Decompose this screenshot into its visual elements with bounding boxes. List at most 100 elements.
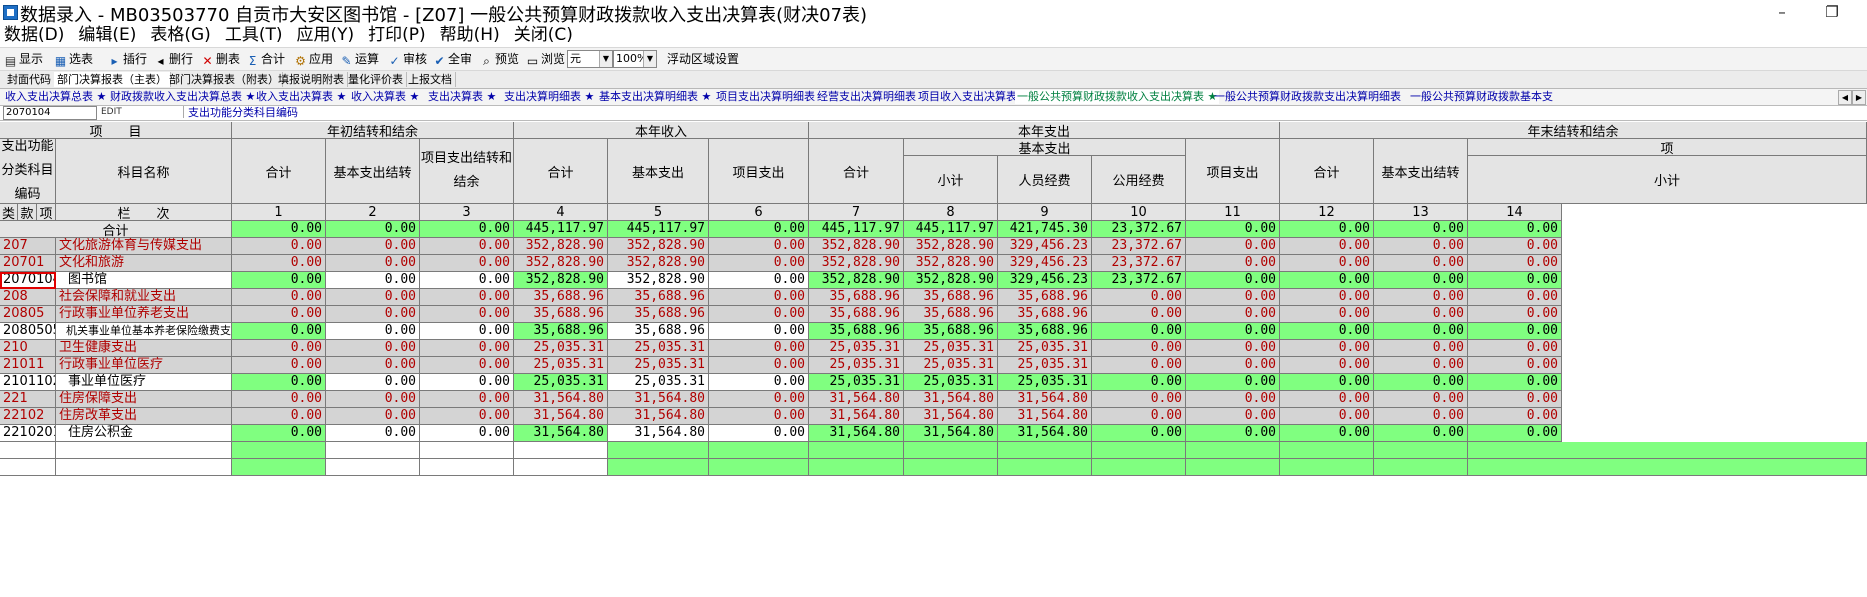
data-cell[interactable]: 25,035.31 — [998, 374, 1092, 391]
data-cell[interactable]: 35,688.96 — [904, 323, 998, 340]
row-subject-name[interactable]: 住房改革支出 — [56, 408, 232, 425]
row-code-cell[interactable]: 20701 — [0, 255, 56, 272]
data-cell[interactable]: 0.00 — [1186, 306, 1280, 323]
data-cell[interactable]: 0.00 — [326, 272, 420, 289]
data-cell[interactable]: 0.00 — [1374, 391, 1468, 408]
cell-reference-input[interactable]: 2070104 — [3, 106, 97, 120]
sheet-tab[interactable]: 收入决算表 ★ — [349, 90, 421, 104]
row-code-cell[interactable]: 2101102 — [0, 374, 56, 391]
data-cell[interactable]: 0.00 — [1374, 357, 1468, 374]
data-cell[interactable]: 0.00 — [709, 238, 809, 255]
data-cell[interactable]: 352,828.90 — [608, 272, 709, 289]
data-cell[interactable]: 0.00 — [420, 340, 514, 357]
empty-cell[interactable] — [232, 442, 326, 459]
data-cell[interactable]: 0.00 — [1280, 238, 1374, 255]
data-cell[interactable]: 0.00 — [1374, 374, 1468, 391]
data-cell[interactable]: 0.00 — [709, 408, 809, 425]
data-cell[interactable]: 35,688.96 — [514, 323, 608, 340]
data-cell[interactable]: 0.00 — [232, 238, 326, 255]
row-code-cell[interactable]: 21011 — [0, 357, 56, 374]
tab-upload-docs[interactable]: 上报文档 — [405, 72, 456, 87]
data-cell[interactable]: 25,035.31 — [608, 374, 709, 391]
apply-button[interactable]: ⚙ 应用 — [294, 50, 333, 68]
data-cell[interactable]: 352,828.90 — [514, 238, 608, 255]
data-cell[interactable]: 0.00 — [709, 272, 809, 289]
data-cell[interactable]: 35,688.96 — [904, 306, 998, 323]
data-cell[interactable]: 0.00 — [709, 323, 809, 340]
data-cell[interactable]: 31,564.80 — [998, 391, 1092, 408]
data-cell[interactable]: 25,035.31 — [514, 340, 608, 357]
data-cell[interactable]: 352,828.90 — [809, 238, 904, 255]
data-cell[interactable]: 0.00 — [1280, 425, 1374, 442]
empty-cell[interactable] — [1374, 442, 1468, 459]
data-cell[interactable]: 0.00 — [709, 374, 809, 391]
data-cell[interactable]: 35,688.96 — [514, 306, 608, 323]
data-cell[interactable]: 0.00 — [232, 289, 326, 306]
data-cell[interactable]: 0.00 — [1186, 289, 1280, 306]
row-code-cell[interactable]: 2070104 — [0, 272, 56, 289]
data-cell[interactable]: 352,828.90 — [809, 272, 904, 289]
tab-cover-code[interactable]: 封面代码 — [4, 72, 55, 87]
data-cell[interactable]: 0.00 — [1092, 340, 1186, 357]
data-cell[interactable]: 0.00 — [1468, 289, 1562, 306]
data-cell[interactable]: 35,688.96 — [809, 306, 904, 323]
delete-row-button[interactable]: ◂ 删行 — [154, 50, 193, 68]
data-cell[interactable]: 25,035.31 — [998, 340, 1092, 357]
minimize-button[interactable]: – — [1757, 0, 1807, 24]
row-subject-name[interactable]: 行政事业单位养老支出 — [56, 306, 232, 323]
empty-cell[interactable] — [904, 459, 998, 476]
sheet-tab[interactable]: 项目收入支出决算表 — [916, 90, 1019, 104]
empty-cell[interactable] — [709, 459, 809, 476]
data-cell[interactable]: 0.00 — [326, 306, 420, 323]
empty-cell[interactable] — [709, 442, 809, 459]
data-cell[interactable]: 0.00 — [1468, 357, 1562, 374]
data-cell[interactable]: 31,564.80 — [608, 391, 709, 408]
data-cell[interactable]: 352,828.90 — [904, 238, 998, 255]
data-cell[interactable]: 352,828.90 — [809, 255, 904, 272]
insert-row-button[interactable]: ▸ 插行 — [108, 50, 147, 68]
row-code-cell[interactable]: 22102 — [0, 408, 56, 425]
menu-table[interactable]: 表格(G) — [146, 24, 220, 46]
data-cell[interactable]: 0.00 — [1186, 255, 1280, 272]
data-cell[interactable]: 0.00 — [709, 340, 809, 357]
calc-button[interactable]: ✎ 运算 — [340, 50, 379, 68]
empty-cell[interactable] — [608, 459, 709, 476]
data-cell[interactable]: 0.00 — [1280, 323, 1374, 340]
empty-cell[interactable] — [0, 442, 56, 459]
data-cell[interactable]: 0.00 — [1280, 340, 1374, 357]
data-cell[interactable]: 31,564.80 — [809, 408, 904, 425]
row-subject-name[interactable]: 文化和旅游 — [56, 255, 232, 272]
data-cell[interactable]: 23,372.67 — [1092, 255, 1186, 272]
row-code-cell[interactable]: 221 — [0, 391, 56, 408]
data-cell[interactable]: 0.00 — [1092, 408, 1186, 425]
data-cell[interactable]: 31,564.80 — [904, 425, 998, 442]
data-cell[interactable]: 0.00 — [1280, 289, 1374, 306]
menu-data[interactable]: 数据(D) — [0, 24, 74, 46]
data-cell[interactable]: 0.00 — [1374, 323, 1468, 340]
show-button[interactable]: ▤ 显示 — [4, 50, 43, 68]
data-cell[interactable]: 35,688.96 — [998, 323, 1092, 340]
data-cell[interactable]: 0.00 — [1280, 391, 1374, 408]
sheet-tab[interactable]: 基本支出决算明细表 ★ — [597, 90, 713, 104]
delete-table-button[interactable]: ✕ 删表 — [201, 50, 240, 68]
row-code-cell[interactable]: 208 — [0, 289, 56, 306]
sheet-tab[interactable]: 一般公共预算财政拨款基本支 — [1408, 90, 1555, 104]
data-cell[interactable]: 31,564.80 — [998, 408, 1092, 425]
menu-apply[interactable]: 应用(Y) — [292, 24, 364, 46]
menu-print[interactable]: 打印(P) — [364, 24, 436, 46]
empty-cell[interactable] — [1280, 459, 1374, 476]
empty-cell[interactable] — [1468, 459, 1867, 476]
row-subject-name[interactable]: 卫生健康支出 — [56, 340, 232, 357]
data-cell[interactable]: 35,688.96 — [608, 323, 709, 340]
data-cell[interactable]: 23,372.67 — [1092, 238, 1186, 255]
data-cell[interactable]: 0.00 — [232, 221, 326, 238]
row-code-cell[interactable]: 20805 — [0, 306, 56, 323]
data-cell[interactable]: 352,828.90 — [514, 272, 608, 289]
restore-button[interactable]: ❐ — [1807, 0, 1857, 24]
data-cell[interactable]: 31,564.80 — [514, 425, 608, 442]
menu-help[interactable]: 帮助(H) — [436, 24, 510, 46]
data-cell[interactable]: 0.00 — [1374, 408, 1468, 425]
empty-cell[interactable] — [326, 459, 420, 476]
data-cell[interactable]: 0.00 — [1374, 255, 1468, 272]
tab-instructions[interactable]: 填报说明附表 — [275, 72, 348, 87]
